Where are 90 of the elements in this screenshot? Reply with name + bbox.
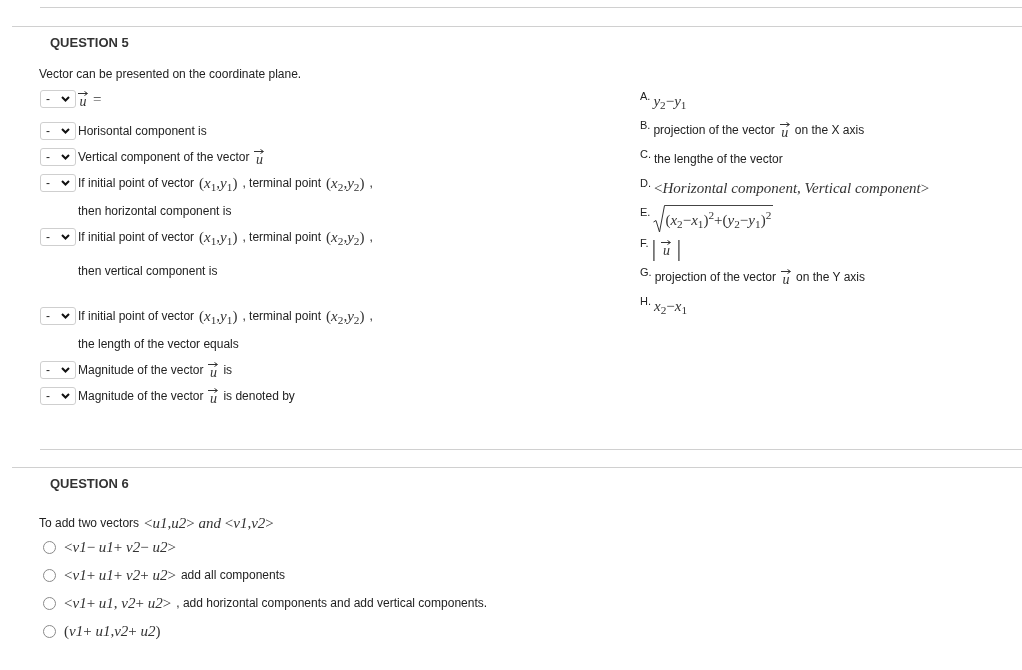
math-variable: u [662, 244, 670, 257]
math-expression: (x$_{2}$−x$_{1}$)$^{2}$+(y$_{2}$−y$_{1}$)$^{2}$ [665, 205, 774, 233]
math-expression: <Horizontal component, Vertical component> [654, 179, 930, 197]
statement-text: Horisontal component is [78, 123, 207, 139]
math-expression: | [676, 236, 682, 260]
right-arrow-icon [78, 90, 88, 96]
statement-text: , add horizontal components and add vertical components. [176, 595, 488, 611]
statement-text: Magnitude of the vector [78, 388, 204, 404]
statement-text: then horizontal component is [78, 203, 232, 219]
statement-text: If initial point of vector [78, 175, 195, 191]
radio-button[interactable] [43, 540, 56, 554]
math-variable: u [79, 95, 87, 108]
right-arrow-icon [661, 239, 672, 245]
math-expression: (x$_{2}$,y$_{2}$) [326, 307, 365, 325]
math-variable: u [781, 126, 789, 139]
statement-text: on the Y axis [796, 269, 865, 285]
statement-text: If initial point of vector [78, 229, 195, 245]
question-title: QUESTION 6 [50, 476, 129, 491]
statement-text: Magnitude of the vector [78, 362, 204, 378]
option-label: C. [640, 147, 651, 161]
dropdown-select[interactable]: - [40, 90, 76, 108]
statement-text: , terminal point [242, 308, 322, 324]
statement-text: , [369, 229, 373, 245]
option-label: D. [640, 176, 651, 190]
dropdown-select[interactable]: - [40, 122, 76, 140]
math-variable: u [782, 273, 790, 286]
math-variable: u [255, 153, 263, 166]
dropdown-select[interactable]: - [40, 174, 76, 192]
chevron-down-icon [61, 393, 70, 399]
chevron-down-icon [61, 96, 70, 102]
statement-text: If initial point of vector [78, 308, 195, 324]
right-arrow-icon [254, 148, 265, 154]
option-label: F. [640, 236, 649, 250]
dropdown-select[interactable]: - [40, 148, 76, 166]
right-arrow-icon [208, 387, 219, 393]
dropdown-select[interactable]: - [40, 228, 76, 246]
math-expression: y$_{2}$−y$_{1}$ [653, 92, 687, 110]
math-expression: <v1+ u1+ v2+ u2> [64, 566, 176, 584]
math-variable: u [209, 392, 217, 405]
statement-text: is denoted by [223, 388, 295, 404]
statement-text: , terminal point [242, 229, 322, 245]
right-arrow-icon [779, 121, 790, 127]
option-label: E. [640, 205, 651, 219]
question-title: QUESTION 5 [50, 35, 129, 50]
statement-text: To add two vectors [39, 515, 140, 531]
statement-text: the length of the vector equals [78, 336, 239, 352]
statement-text: projection of the vector [653, 122, 775, 138]
math-expression: x$_{2}$−x$_{1}$ [654, 297, 688, 315]
radio-button[interactable] [43, 624, 56, 638]
math-expression: <v1+ u1, v2+ u2> [64, 594, 172, 612]
dropdown-select[interactable]: - [40, 361, 76, 379]
statement-text: add all components [180, 567, 285, 583]
statement-text: then vertical component is [78, 263, 218, 279]
math-variable: u [209, 366, 217, 379]
statement-text: projection of the vector [654, 269, 777, 285]
chevron-down-icon [61, 367, 70, 373]
question-prompt: Vector can be presented on the coordinate plane. [39, 67, 302, 81]
option-label: G. [640, 265, 652, 279]
math-expression: (x$_{1}$,y$_{1}$) [199, 228, 238, 246]
chevron-down-icon [61, 234, 70, 240]
right-arrow-icon [781, 268, 792, 274]
statement-text: on the X axis [794, 122, 865, 138]
math-expression: = [93, 90, 102, 108]
right-arrow-icon [208, 361, 219, 367]
math-expression: | [651, 236, 657, 260]
chevron-down-icon [61, 154, 70, 160]
chevron-down-icon [61, 128, 70, 134]
chevron-down-icon [61, 180, 70, 186]
chevron-down-icon [61, 313, 70, 319]
option-label: A. [640, 89, 651, 103]
dropdown-select[interactable]: - [40, 307, 76, 325]
statement-text: , [369, 175, 373, 191]
math-expression: (x$_{2}$,y$_{2}$) [326, 174, 365, 192]
math-expression: <u1,u2> and <v1,v2> [144, 514, 274, 532]
math-expression: (x$_{2}$,y$_{2}$) [326, 228, 365, 246]
statement-text: Vertical component of the vector [78, 149, 250, 165]
statement-text: is [223, 362, 233, 378]
statement-text: , terminal point [242, 175, 322, 191]
math-expression: (v1+ u1,v2+ u2) [64, 622, 161, 640]
statement-text: , [369, 308, 373, 324]
option-label: B. [640, 118, 651, 132]
radio-button[interactable] [43, 568, 56, 582]
dropdown-select[interactable]: - [40, 387, 76, 405]
math-expression: <v1− u1+ v2− u2> [64, 538, 176, 556]
math-expression: (x$_{1}$,y$_{1}$) [199, 307, 238, 325]
square-root-icon [653, 205, 666, 233]
radio-button[interactable] [43, 596, 56, 610]
option-label: H. [640, 294, 651, 308]
statement-text: the lengthe of the vector [654, 151, 783, 167]
math-expression: (x$_{1}$,y$_{1}$) [199, 174, 238, 192]
